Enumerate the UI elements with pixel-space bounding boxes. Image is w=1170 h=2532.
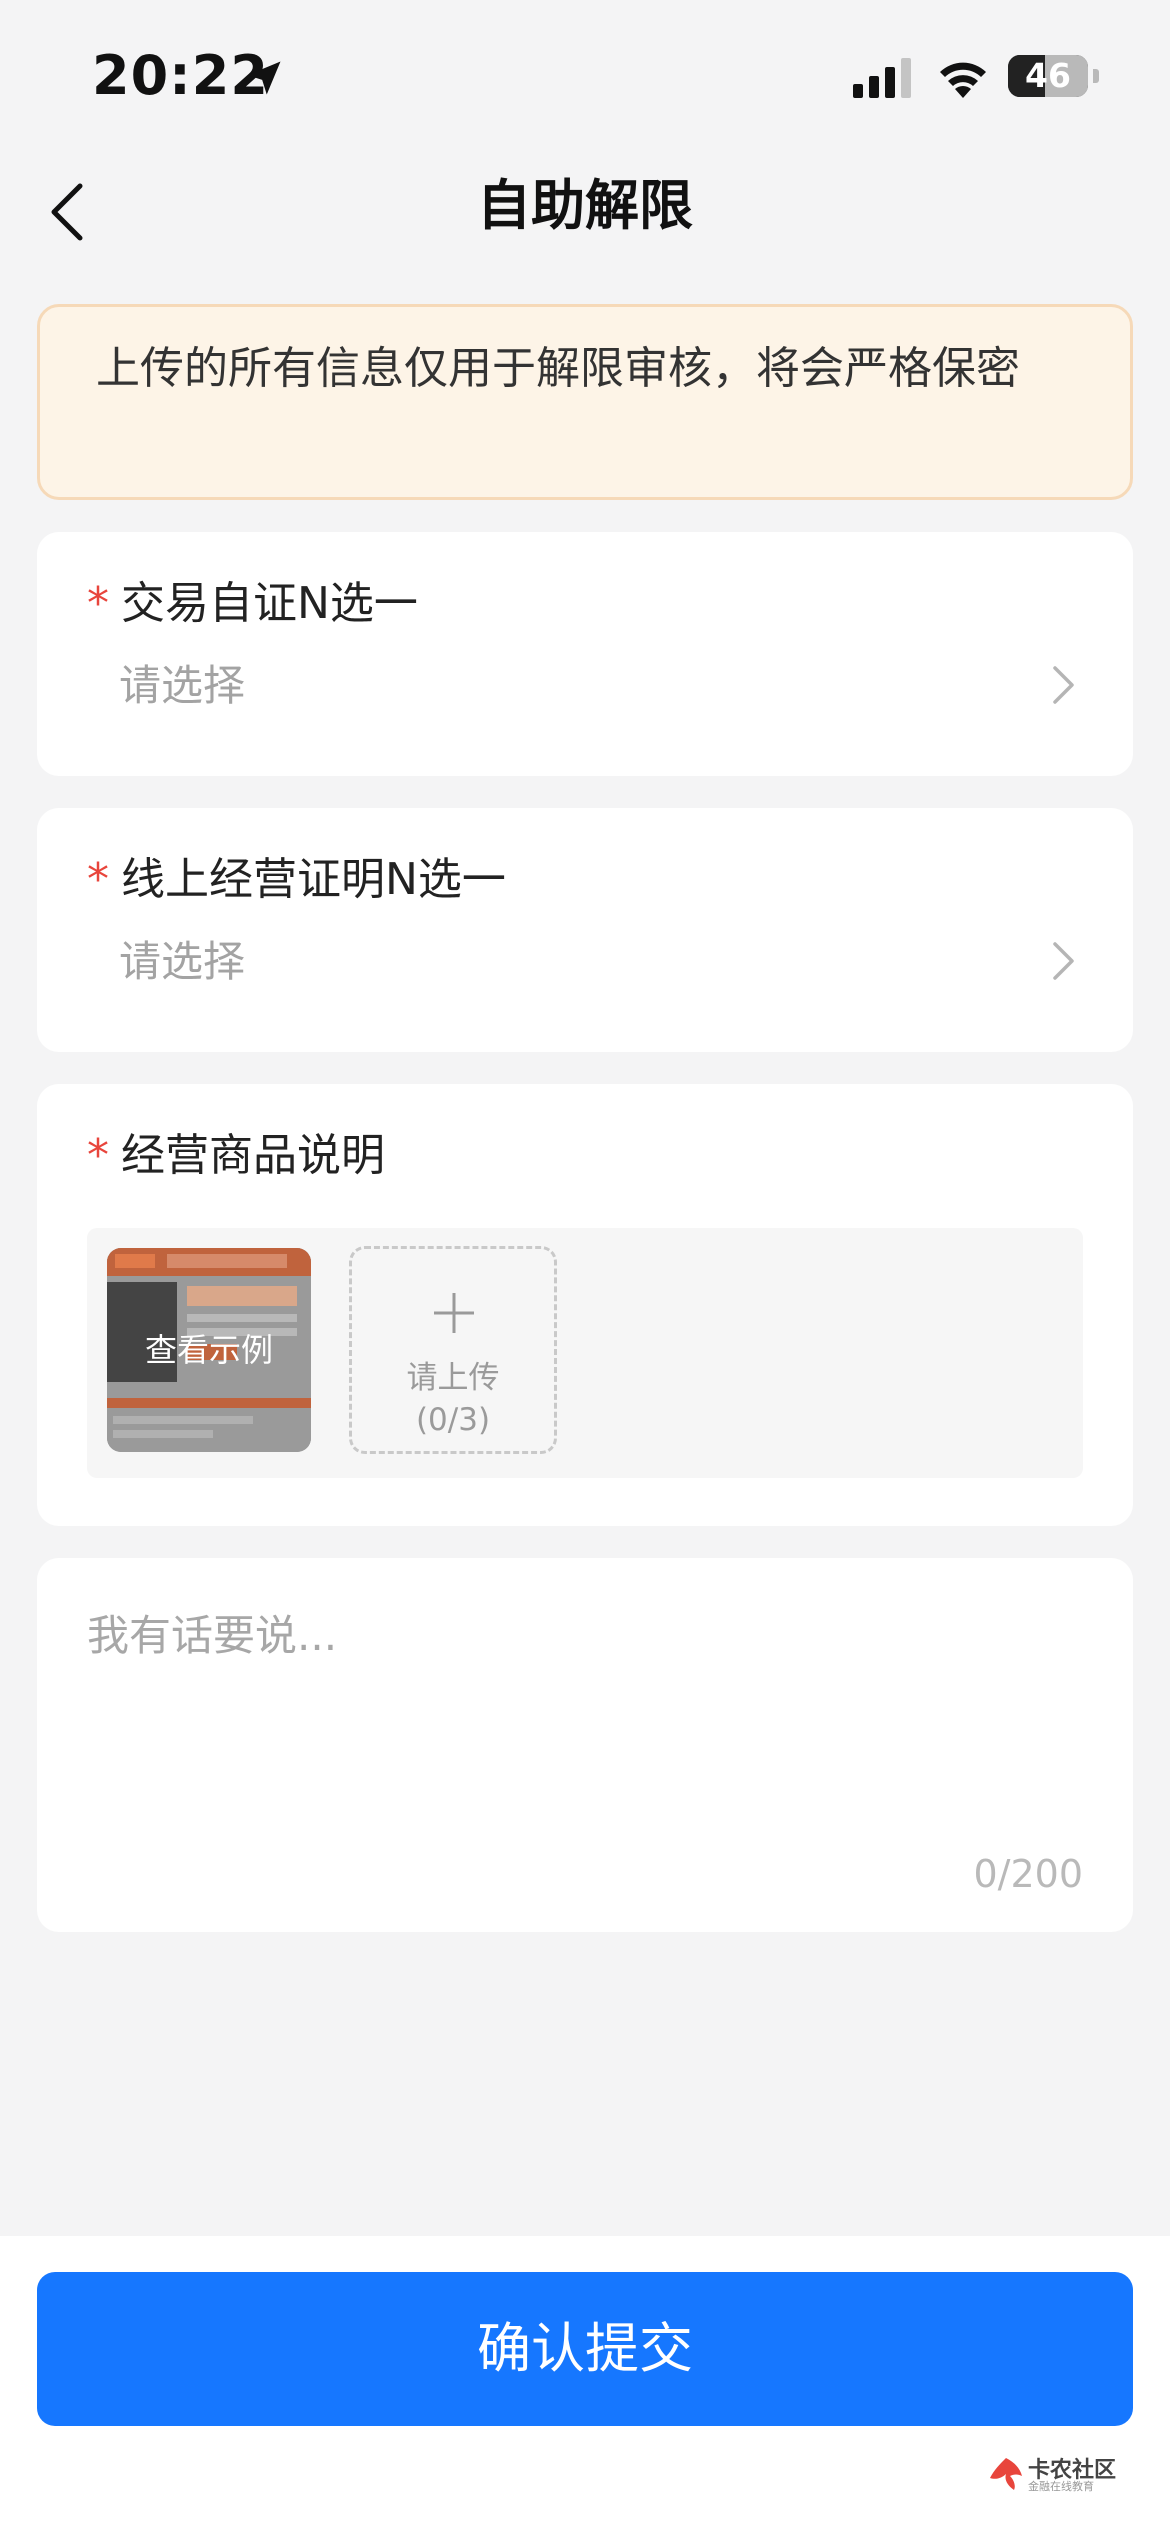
remark-card: 我有话要说... 0/200	[37, 1558, 1133, 1932]
trade-proof-label-text: 交易自证N选一	[121, 578, 418, 629]
watermark-subtitle: 金融在线教育	[1028, 2480, 1094, 2493]
battery-indicator: 46	[1008, 55, 1088, 97]
status-bar: 20:22 46	[0, 0, 1170, 150]
upload-count: (0/3)	[415, 1402, 491, 1438]
upload-image-button[interactable]: 请上传 (0/3)	[349, 1246, 557, 1454]
battery-tip	[1093, 69, 1099, 83]
trade-proof-selector[interactable]: * 交易自证N选一 请选择	[37, 532, 1133, 776]
privacy-notice: 上传的所有信息仅用于解限审核，将会严格保密	[37, 304, 1133, 500]
trade-proof-placeholder: 请选择	[119, 661, 246, 710]
required-mark: *	[87, 578, 109, 629]
upload-area: 查看示例 请上传 (0/3)	[87, 1228, 1083, 1478]
upload-text: 请上传 (0/3)	[352, 1357, 554, 1441]
goods-description-section: * 经营商品说明 查看示例 请上传 (0/3)	[37, 1084, 1133, 1526]
cellular-signal-icon	[853, 58, 911, 98]
nav-bar: 自助解限	[0, 150, 1170, 275]
example-thumbnail[interactable]: 查看示例	[107, 1248, 311, 1452]
wifi-icon	[940, 62, 986, 98]
chevron-right-icon	[1053, 666, 1074, 704]
page-title: 自助解限	[477, 174, 693, 237]
required-mark: *	[87, 1130, 109, 1181]
location-arrow-icon	[247, 61, 281, 95]
chevron-right-icon	[1053, 942, 1074, 980]
online-proof-placeholder: 请选择	[119, 937, 246, 986]
kanong-logo-icon	[990, 2458, 1022, 2490]
online-proof-label: * 线上经营证明N选一	[87, 850, 506, 910]
online-proof-label-text: 线上经营证明N选一	[121, 854, 506, 905]
view-example-label: 查看示例	[144, 1331, 273, 1369]
remark-textarea[interactable]: 我有话要说...	[87, 1606, 1083, 1806]
bottom-bar: 确认提交 卡农社区 金融在线教育	[0, 2236, 1170, 2532]
plus-icon	[434, 1293, 474, 1333]
char-counter: 0/200	[973, 1852, 1083, 1896]
watermark: 卡农社区 金融在线教育	[988, 2452, 1118, 2496]
goods-desc-label: * 经营商品说明	[87, 1126, 385, 1186]
trade-proof-label: * 交易自证N选一	[87, 574, 418, 634]
back-button[interactable]	[40, 172, 100, 252]
battery-percent: 46	[1025, 56, 1071, 95]
submit-button[interactable]: 确认提交	[37, 2272, 1133, 2426]
online-proof-selector[interactable]: * 线上经营证明N选一 请选择	[37, 808, 1133, 1052]
goods-desc-label-text: 经营商品说明	[121, 1130, 385, 1181]
upload-label: 请上传	[406, 1360, 500, 1396]
required-mark: *	[87, 854, 109, 905]
